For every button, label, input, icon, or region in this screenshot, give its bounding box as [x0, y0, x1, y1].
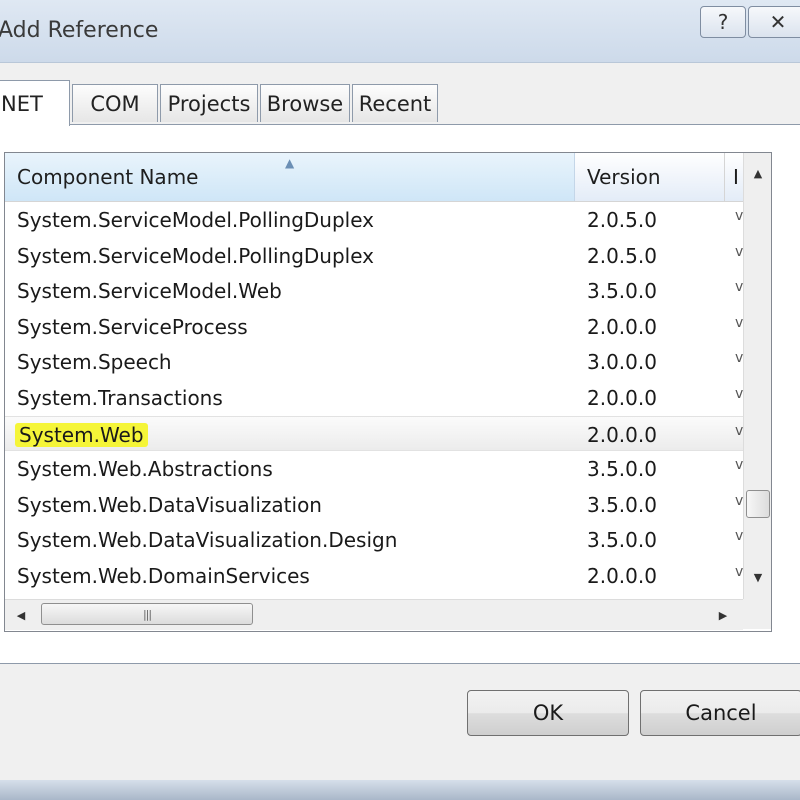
column-header-version[interactable]: Version	[575, 153, 725, 201]
grip-icon: |||	[142, 607, 152, 621]
help-button[interactable]: ?	[700, 6, 746, 38]
list-header: ▲ Component Name Version I	[5, 153, 743, 202]
version-cell: 3.5.0.0	[587, 492, 657, 517]
ok-button[interactable]: OK	[467, 690, 629, 736]
version-cell: 2.0.5.0	[587, 208, 657, 232]
version-cell: 2.0.0.0	[587, 422, 657, 447]
column-header-runtime-label: I	[733, 165, 739, 189]
vertical-scrollbar[interactable]: ▲ ▼	[743, 153, 771, 599]
sort-ascending-icon: ▲	[285, 156, 295, 170]
tab-browse[interactable]: Browse	[260, 84, 350, 122]
column-header-component-name-label: Component Name	[17, 165, 199, 189]
scroll-down-icon[interactable]: ▼	[744, 563, 771, 591]
tab-projects[interactable]: Projects	[160, 84, 258, 122]
table-row[interactable]: System.Web.DomainServices 2.0.0.0 v	[5, 558, 743, 594]
component-name-cell: System.ServiceProcess	[17, 314, 248, 339]
column-header-runtime[interactable]: I	[725, 153, 745, 201]
version-cell: 2.0.5.0	[587, 243, 657, 268]
component-name-cell: System.Web.Abstractions	[17, 457, 273, 482]
version-cell: 3.0.0.0	[587, 350, 657, 375]
tab-projects-label: Projects	[167, 91, 251, 116]
tab-recent[interactable]: Recent	[352, 84, 438, 122]
table-row[interactable]: System.ServiceModel.Web 3.5.0.0 v	[5, 273, 743, 309]
vertical-scroll-thumb[interactable]	[746, 490, 770, 518]
close-icon: ✕	[769, 10, 787, 34]
table-row[interactable]: System.Web.Abstractions 3.5.0.0 v	[5, 451, 743, 487]
horizontal-scrollbar[interactable]: ◀ ||| ▶	[5, 599, 743, 630]
component-name-cell: System.ServiceModel.PollingDuplex	[17, 243, 375, 268]
scrollbar-corner	[743, 599, 771, 629]
table-row[interactable]: System.Web 2.0.0.0 v	[5, 415, 743, 452]
tab-com[interactable]: COM	[72, 84, 158, 122]
component-name-cell: System.ServiceModel.Web	[17, 279, 282, 304]
component-list[interactable]: ▲ Component Name Version I System.Servic…	[4, 152, 772, 632]
component-name-cell: System.Speech	[17, 350, 172, 375]
table-row[interactable]: System.Speech 3.0.0.0 v	[5, 344, 743, 380]
tab-net-label: NET	[1, 91, 43, 116]
component-name-cell: System.Transactions	[17, 385, 223, 410]
component-name-cell: System.ServiceModel.PollingDuplex	[17, 208, 375, 232]
scroll-up-icon[interactable]: ▲	[744, 159, 771, 187]
list-rows: System.ServiceModel.PollingDuplex 2.0.5.0…	[5, 202, 743, 594]
cancel-button-label: Cancel	[685, 701, 757, 725]
ok-button-label: OK	[532, 701, 564, 725]
column-header-component-name[interactable]: ▲ Component Name	[5, 153, 575, 201]
close-button[interactable]: ✕	[748, 6, 800, 38]
cancel-button[interactable]: Cancel	[640, 690, 800, 736]
scroll-left-icon[interactable]: ◀	[7, 600, 35, 630]
version-cell: 2.0.0.0	[587, 385, 657, 410]
table-row[interactable]: System.ServiceModel.PollingDuplex 2.0.5.0…	[5, 238, 743, 274]
window-frame-bottom	[0, 780, 800, 800]
table-row[interactable]: System.Transactions 2.0.0.0 v	[5, 380, 743, 416]
scroll-right-icon[interactable]: ▶	[709, 600, 737, 630]
tab-strip: NET COM Projects Browse Recent	[0, 80, 800, 126]
table-row[interactable]: System.ServiceProcess 2.0.0.0 v	[5, 309, 743, 345]
version-cell: 2.0.0.0	[587, 314, 657, 339]
table-row[interactable]: System.Web.DataVisualization 3.5.0.0 v	[5, 487, 743, 523]
version-cell: 3.5.0.0	[587, 528, 657, 553]
horizontal-scroll-thumb[interactable]: |||	[41, 603, 253, 625]
title-bar[interactable]: Add Reference ? ✕	[0, 0, 800, 63]
help-icon: ?	[717, 10, 729, 34]
tab-net[interactable]: NET	[0, 80, 70, 126]
component-name-cell: System.Web.DomainServices	[17, 563, 310, 588]
column-header-version-label: Version	[587, 165, 661, 189]
tab-browse-label: Browse	[266, 91, 344, 116]
tab-com-label: COM	[90, 91, 140, 116]
version-cell: 2.0.0.0	[587, 563, 657, 588]
version-cell: 3.5.0.0	[587, 457, 657, 482]
dialog-title: Add Reference	[0, 18, 159, 43]
component-name-cell: System.Web.DataVisualization.Design	[17, 528, 398, 553]
component-name-cell: System.Web.DataVisualization	[17, 492, 322, 517]
add-reference-dialog: Add Reference ? ✕ NET COM Projects Brows…	[0, 0, 800, 800]
component-name-cell: System.Web	[15, 422, 148, 447]
table-row[interactable]: System.Web.DataVisualization.Design 3.5.0…	[5, 522, 743, 558]
table-row[interactable]: System.ServiceModel.PollingDuplex 2.0.5.0…	[5, 202, 743, 238]
tab-recent-label: Recent	[358, 91, 432, 116]
version-cell: 3.5.0.0	[587, 279, 657, 304]
